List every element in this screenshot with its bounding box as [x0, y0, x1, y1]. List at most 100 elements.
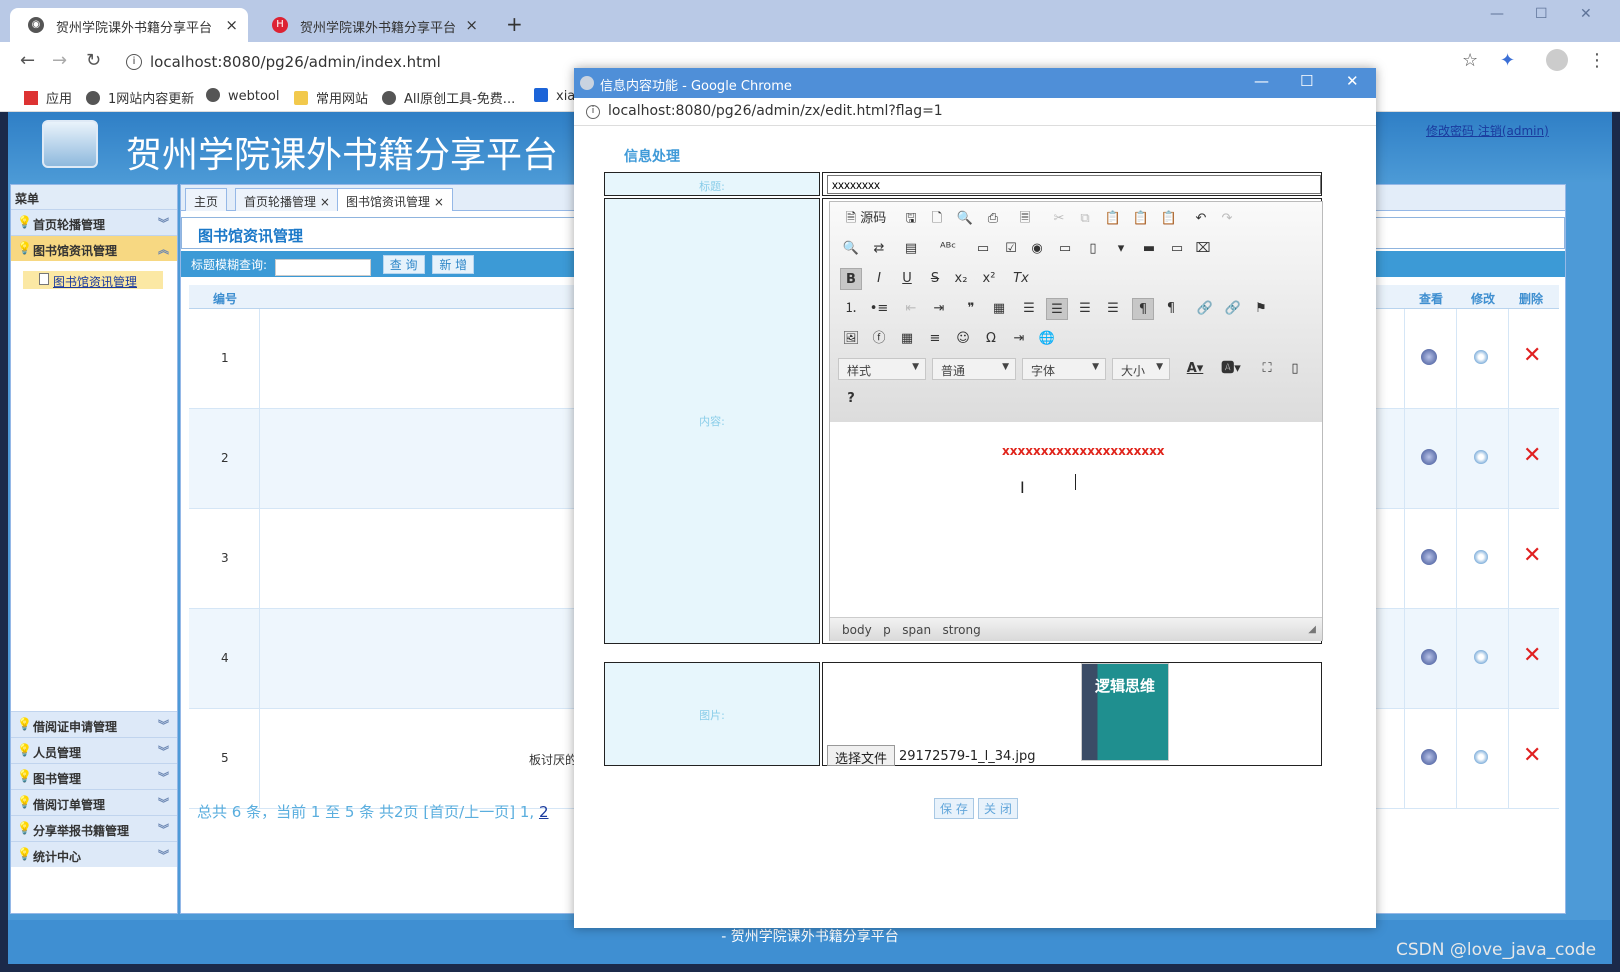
view-icon[interactable]	[1421, 649, 1437, 665]
close-tab-icon[interactable]: ×	[225, 16, 238, 34]
unlink-icon[interactable]: 🔗	[1222, 298, 1244, 320]
flash-icon[interactable]: ⓕ	[868, 328, 890, 350]
div-container-icon[interactable]: ▦	[988, 298, 1010, 320]
close-icon[interactable]: ✕	[1346, 72, 1359, 90]
iframe-icon[interactable]: 🌐	[1036, 328, 1058, 350]
ltr-icon[interactable]: ¶	[1132, 298, 1154, 320]
maximize-icon[interactable]: ☐	[1535, 6, 1548, 22]
anchor-flag-icon[interactable]: ⚑	[1250, 298, 1272, 320]
button-field-icon[interactable]: ▬	[1138, 238, 1160, 260]
search-input[interactable]	[274, 259, 371, 276]
back-icon[interactable]: ←	[20, 50, 35, 71]
text-color-icon[interactable]: A▾	[1180, 358, 1210, 380]
sidebar-menu-orders[interactable]: 💡 借阅订单管理 ︾	[11, 789, 177, 815]
minimize-icon[interactable]: —	[1490, 6, 1504, 22]
bookmark-item[interactable]: xia	[534, 88, 575, 104]
bookmark-apps[interactable]: 应用	[24, 88, 72, 107]
page-2-link[interactable]: 2	[539, 803, 549, 821]
hidden-field-icon[interactable]: ⌧	[1192, 238, 1214, 260]
delete-icon[interactable]: ✕	[1523, 543, 1541, 568]
bg-color-icon[interactable]: 🅰▾	[1216, 358, 1246, 380]
delete-icon[interactable]: ✕	[1523, 343, 1541, 368]
spellcheck-icon[interactable]: ᴬᴮᶜ	[934, 238, 962, 260]
close-button[interactable]: 关 闭	[978, 798, 1018, 819]
find-icon[interactable]: 🔍	[840, 238, 862, 260]
italic-icon[interactable]: I	[868, 268, 890, 290]
image-icon[interactable]: 🖼	[840, 328, 862, 350]
close-icon[interactable]: ×	[320, 195, 330, 209]
sidebar-menu-people[interactable]: 💡 人员管理 ︾	[11, 737, 177, 763]
select-field-icon[interactable]: ▾	[1110, 238, 1132, 260]
profile-avatar[interactable]	[1546, 49, 1568, 71]
view-icon[interactable]	[1421, 549, 1437, 565]
tab-news[interactable]: 图书馆资讯管理 ×	[337, 188, 453, 211]
path-span[interactable]: span	[902, 623, 931, 637]
numbered-list-icon[interactable]: ⒈	[840, 298, 862, 320]
smiley-icon[interactable]: ☺	[952, 328, 974, 350]
extension-icon[interactable]: ✦	[1500, 50, 1515, 71]
size-dropdown[interactable]: 大小 ▼	[1112, 358, 1170, 380]
view-icon[interactable]	[1421, 349, 1437, 365]
sidebar-menu-news[interactable]: 💡 图书馆资讯管理 ︽	[11, 235, 177, 261]
browser-tab-2[interactable]: H 贺州学院课外书籍分享平台 ×	[254, 8, 488, 42]
logout-link[interactable]: 注销(admin)	[1478, 124, 1549, 138]
info-icon[interactable]: i	[586, 105, 600, 119]
checkbox-icon[interactable]: ☑	[1000, 238, 1022, 260]
preview-icon[interactable]: 🔍	[954, 208, 976, 230]
view-icon[interactable]	[1421, 449, 1437, 465]
close-icon[interactable]: ×	[434, 195, 444, 209]
superscript-icon[interactable]: x²	[978, 268, 1000, 290]
subscript-icon[interactable]: x₂	[950, 268, 972, 290]
styles-dropdown[interactable]: 样式 ▼	[838, 358, 926, 380]
image-button-icon[interactable]: ▭	[1166, 238, 1188, 260]
bullet-list-icon[interactable]: •≡	[868, 298, 890, 320]
align-left-icon[interactable]: ☰	[1018, 298, 1040, 320]
resize-handle-icon[interactable]: ◢	[1308, 624, 1316, 635]
form-icon[interactable]: ▭	[972, 238, 994, 260]
rtl-icon[interactable]: ¶	[1160, 298, 1182, 320]
edit-icon[interactable]	[1474, 350, 1488, 364]
save-button[interactable]: 保 存	[934, 798, 974, 819]
bookmark-item[interactable]: webtool	[206, 88, 280, 104]
title-input[interactable]	[827, 175, 1321, 194]
bookmark-folder[interactable]: 常用网站	[294, 88, 368, 107]
align-right-icon[interactable]: ☰	[1074, 298, 1096, 320]
cut-icon[interactable]: ✂	[1048, 208, 1070, 230]
close-window-icon[interactable]: ✕	[1580, 6, 1592, 22]
source-button[interactable]: 🗎 源码	[840, 208, 892, 230]
sidebar-item-news-manage[interactable]: 图书馆资讯管理	[23, 271, 163, 289]
change-password-link[interactable]: 修改密码	[1426, 124, 1474, 138]
forward-icon[interactable]: →	[52, 50, 67, 71]
delete-icon[interactable]: ✕	[1523, 443, 1541, 468]
view-icon[interactable]	[1421, 749, 1437, 765]
edit-icon[interactable]	[1474, 450, 1488, 464]
maximize-icon[interactable]: ☐	[1300, 72, 1313, 90]
sidebar-menu-carousel[interactable]: 💡 首页轮播管理 ︾	[11, 209, 177, 235]
blockquote-icon[interactable]: ❞	[960, 298, 982, 320]
star-icon[interactable]: ☆	[1462, 50, 1478, 71]
new-tab-button[interactable]: +	[506, 12, 523, 36]
paste-word-icon[interactable]: 📋	[1158, 208, 1180, 230]
align-center-icon[interactable]: ☰	[1046, 298, 1068, 320]
minimize-icon[interactable]: —	[1254, 72, 1269, 90]
bookmark-item[interactable]: All原创工具-免费...	[382, 88, 515, 107]
edit-icon[interactable]	[1474, 650, 1488, 664]
underline-icon[interactable]: U	[896, 268, 918, 290]
page-break-icon[interactable]: ⇥	[1008, 328, 1030, 350]
save-doc-icon[interactable]: 🖫	[900, 208, 922, 230]
remove-format-icon[interactable]: Tx	[1010, 268, 1032, 290]
justify-icon[interactable]: ☰	[1102, 298, 1124, 320]
horizontal-rule-icon[interactable]: ≡	[924, 328, 946, 350]
page-1-link[interactable]: 1	[520, 803, 530, 821]
sidebar-menu-books[interactable]: 💡 图书管理 ︾	[11, 763, 177, 789]
add-button[interactable]: 新 增	[432, 255, 475, 274]
template-icon[interactable]: 🗏	[1014, 208, 1036, 230]
bookmark-item[interactable]: 1网站内容更新	[86, 88, 194, 107]
tab-home[interactable]: 主页	[185, 188, 228, 211]
special-char-icon[interactable]: Ω	[980, 328, 1002, 350]
sidebar-menu-card-apply[interactable]: 💡 借阅证申请管理 ︾	[11, 711, 177, 737]
edit-icon[interactable]	[1474, 750, 1488, 764]
path-p[interactable]: p	[883, 623, 891, 637]
close-tab-icon[interactable]: ×	[465, 16, 478, 34]
delete-icon[interactable]: ✕	[1523, 643, 1541, 668]
